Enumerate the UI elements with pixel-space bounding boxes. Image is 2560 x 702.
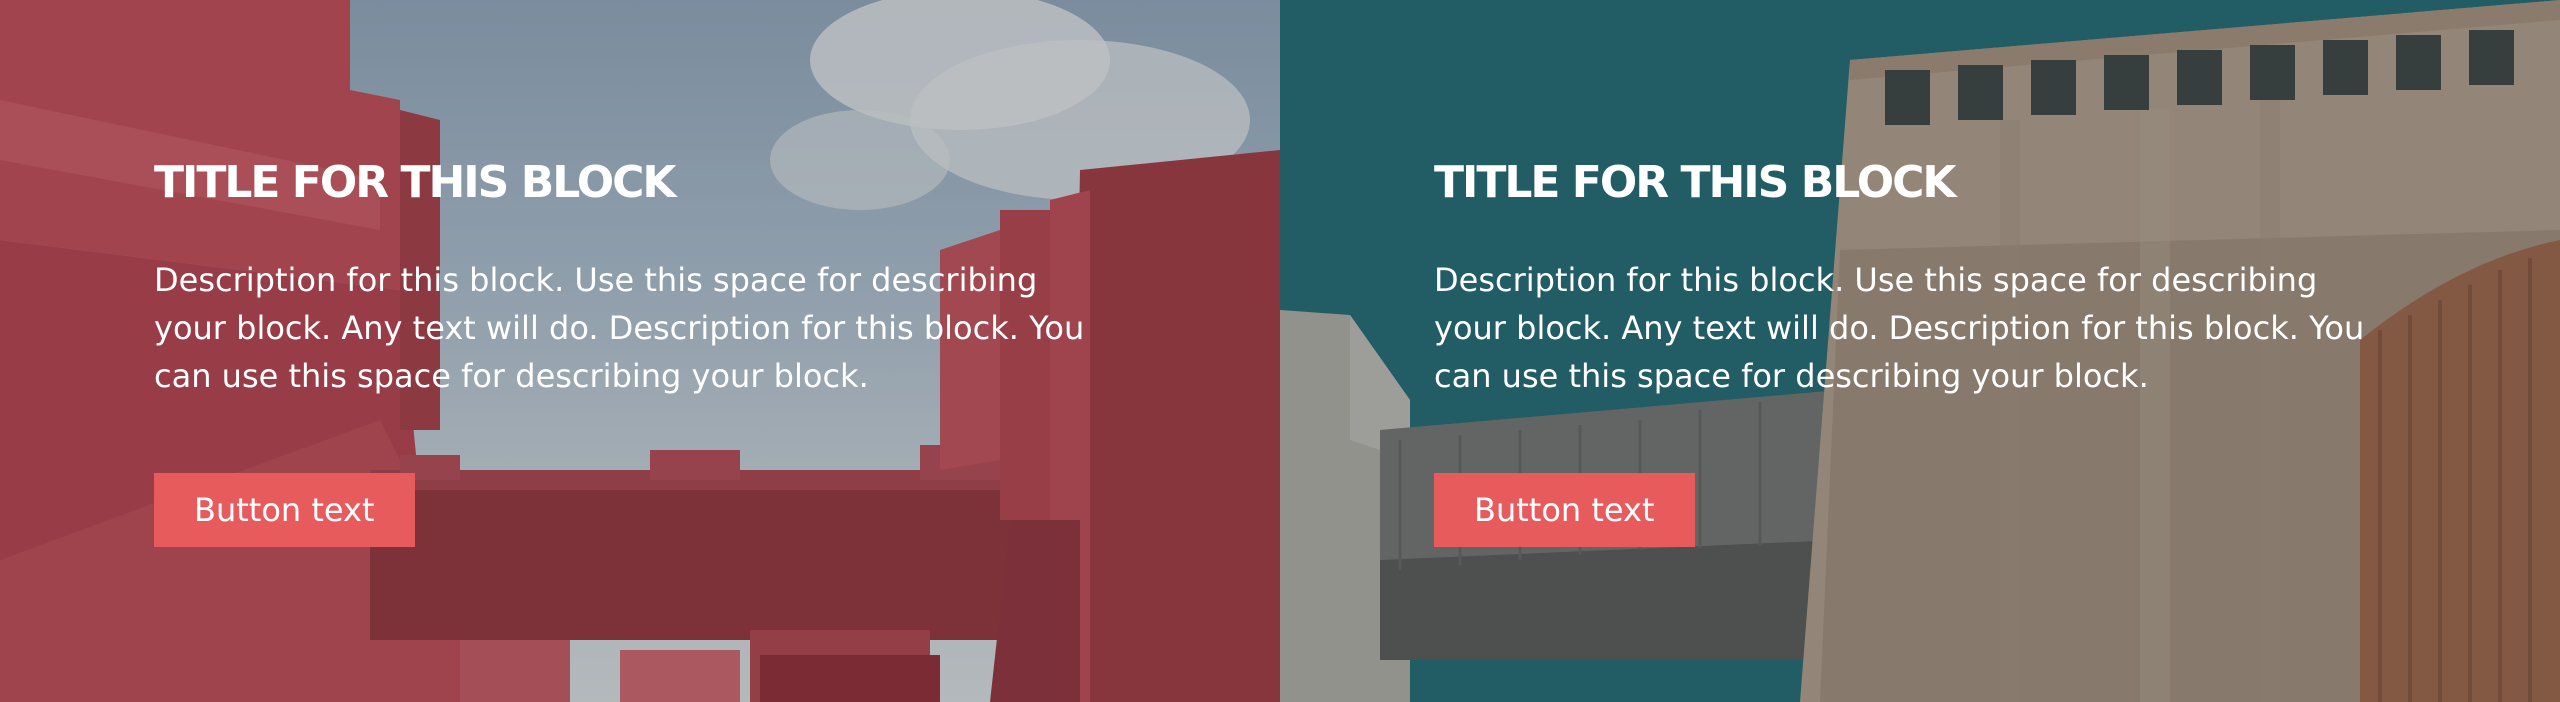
feature-block-left: TITLE FOR THIS BLOCK Description for thi… bbox=[0, 0, 1280, 702]
feature-blocks: TITLE FOR THIS BLOCK Description for thi… bbox=[0, 0, 2560, 702]
block-description: Description for this block. Use this spa… bbox=[154, 261, 1085, 395]
block-description: Description for this block. Use this spa… bbox=[1434, 261, 2365, 395]
block-content: TITLE FOR THIS BLOCK Description for thi… bbox=[1434, 150, 2394, 547]
block-title: TITLE FOR THIS BLOCK bbox=[1434, 157, 1956, 208]
block-content: TITLE FOR THIS BLOCK Description for thi… bbox=[154, 150, 1114, 547]
block-cta-button[interactable]: Button text bbox=[1434, 473, 1695, 547]
block-title: TITLE FOR THIS BLOCK bbox=[154, 157, 676, 208]
feature-block-right: TITLE FOR THIS BLOCK Description for thi… bbox=[1280, 0, 2560, 702]
block-cta-button[interactable]: Button text bbox=[154, 473, 415, 547]
